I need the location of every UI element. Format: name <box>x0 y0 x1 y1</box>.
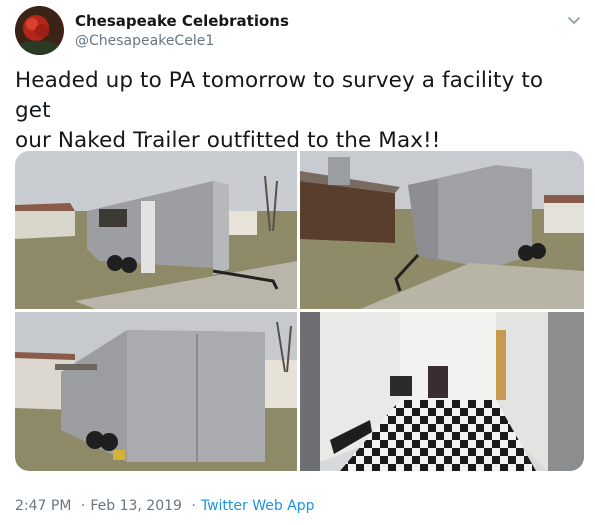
photo-trailer-front-close[interactable] <box>15 312 297 471</box>
source-link[interactable]: Twitter Web App <box>201 498 315 514</box>
tweet-meta: 2:47 PM · Feb 13, 2019 · Twitter Web App <box>15 497 315 515</box>
avatar[interactable] <box>15 6 64 55</box>
chevron-down-icon[interactable] <box>566 12 582 26</box>
author-name[interactable]: Chesapeake Celebrations <box>75 12 289 30</box>
timestamp-time[interactable]: 2:47 PM <box>15 498 71 514</box>
tweet-text: Headed up to PA tomorrow to survey a fac… <box>15 66 585 156</box>
photo-trailer-side-barn[interactable] <box>300 151 584 309</box>
tweet-text-line-1: Headed up to PA tomorrow to survey a fac… <box>15 68 544 123</box>
timestamp-date[interactable]: Feb 13, 2019 <box>90 498 182 514</box>
photo-trailer-front-quarter[interactable] <box>15 151 297 309</box>
photo-trailer-interior[interactable] <box>300 312 584 471</box>
separator-dot: · <box>191 498 196 514</box>
separator-dot: · <box>80 498 86 514</box>
author-handle[interactable]: @ChesapeakeCele1 <box>75 32 214 50</box>
photo-grid <box>15 151 584 471</box>
